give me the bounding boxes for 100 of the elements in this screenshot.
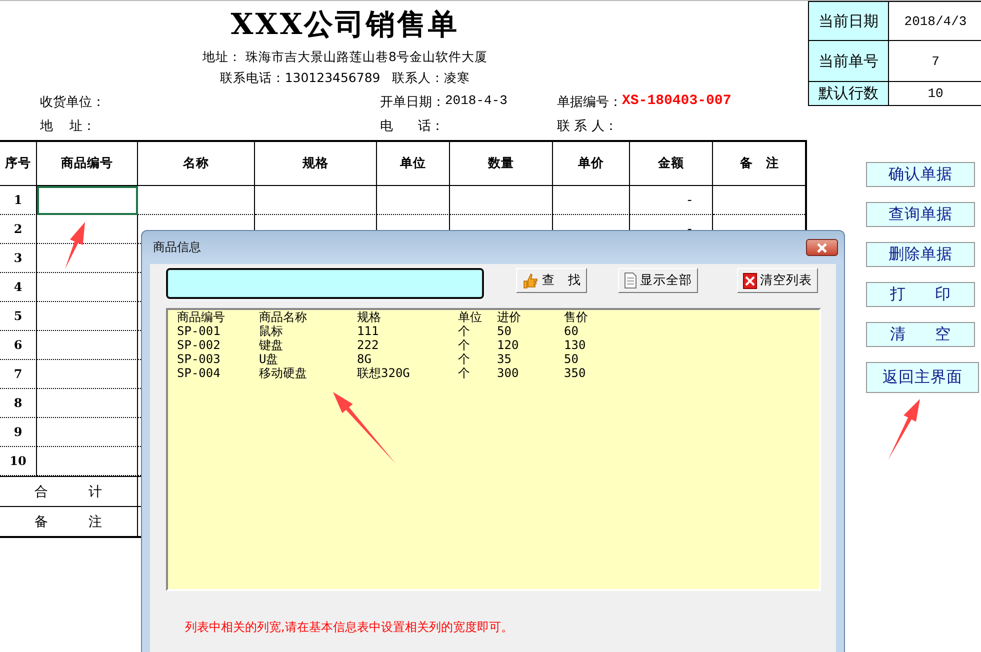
column-header: 单位 <box>377 142 450 186</box>
hand-icon <box>522 272 539 289</box>
list-cell-text: 鼠标 <box>259 324 284 338</box>
sheet-title: XXX公司销售单 <box>230 6 460 43</box>
field-value: XS-180403-007 <box>622 93 732 111</box>
list-cell-text: 130 <box>564 338 587 352</box>
row-number: 3 <box>0 244 37 273</box>
close-button[interactable] <box>806 239 838 256</box>
list-header: 单位 <box>458 310 483 324</box>
info-value: 7 <box>889 40 981 81</box>
arrow-overlay <box>65 222 85 269</box>
action-button[interactable]: 查询单据 <box>866 202 975 227</box>
info-value: 2018/4/3 <box>889 1 981 40</box>
column-header: 规格 <box>255 142 377 186</box>
info-label: 当前日期 <box>809 1 889 40</box>
action-button[interactable]: 删除单据 <box>866 242 975 267</box>
hint-text: 列表中相关的列宽,请在基本信息表中设置相关列的宽度即可。 <box>185 619 514 636</box>
list-cell-text: SP-004 <box>177 366 222 380</box>
table-cell[interactable] <box>37 418 138 447</box>
list-cell-text: SP-003 <box>177 352 222 366</box>
list-cell-text: SP-002 <box>177 338 222 352</box>
list-cell-text: 120 <box>497 338 520 352</box>
product-list[interactable]: 商品编号 商品名称 规格 单位 进价 售价 SP-001 鼠标 111 个 50 60 SP-002 键盘 222 个 120 130 SP-003 U盘 8G 个 35 50 SP-004 移动硬盘 联想320G 个 300 350 <box>166 308 821 591</box>
field-label: 单据编号： <box>557 94 622 111</box>
list-cell-text: 222 <box>357 338 380 352</box>
action-button[interactable]: 返回主界面 <box>866 362 979 393</box>
field-value: 2018-4-3 <box>445 93 508 110</box>
row-number: 10 <box>0 447 37 476</box>
dialog-button[interactable]: 显示全部 <box>618 268 698 293</box>
table-cell[interactable] <box>450 186 553 215</box>
list-cell-text: 50 <box>497 324 512 338</box>
list-cell-text: 键盘 <box>259 338 284 352</box>
action-button[interactable]: 打 印 <box>866 282 975 307</box>
list-cell-text: 8G <box>357 352 372 366</box>
list-cell-text: 60 <box>564 324 580 338</box>
list-cell-text: 50 <box>564 352 580 366</box>
action-button[interactable]: 清 空 <box>866 322 975 347</box>
table-cell[interactable] <box>37 273 138 302</box>
table-cell[interactable] <box>553 186 630 215</box>
list-cell-text: 个 <box>458 324 471 338</box>
field-label: 收货单位： <box>40 94 105 111</box>
list-header: 进价 <box>497 310 522 324</box>
table-cell[interactable] <box>37 186 138 215</box>
table-cell[interactable] <box>37 447 138 476</box>
footer-label: 合 计 <box>0 476 138 506</box>
field-label: 地 址： <box>40 118 96 135</box>
row-number: 8 <box>0 389 37 418</box>
close-icon <box>816 242 828 252</box>
list-cell-text: 111 <box>357 324 380 338</box>
row-number: 9 <box>0 418 37 447</box>
footer-label: 备 注 <box>0 506 138 536</box>
table-cell[interactable] <box>37 360 138 389</box>
arrow-overlay <box>888 399 920 460</box>
list-cell-text: 个 <box>458 338 471 352</box>
column-header: 金额 <box>630 142 713 186</box>
arrow-overlay <box>333 392 396 464</box>
list-cell-text: 350 <box>564 366 587 380</box>
list-cell-text: 个 <box>458 366 471 380</box>
info-value: 10 <box>889 81 981 105</box>
row-number: 2 <box>0 215 37 244</box>
list-cell-text: U盘 <box>259 352 280 366</box>
row-number: 6 <box>0 331 37 360</box>
table-cell[interactable] <box>37 331 138 360</box>
info-label: 默认行数 <box>809 81 889 105</box>
list-header: 规格 <box>357 310 382 324</box>
search-field[interactable] <box>166 268 484 299</box>
table-cell[interactable] <box>138 186 255 215</box>
field-label: 联 系 人： <box>557 118 618 135</box>
info-label: 当前单号 <box>809 40 889 81</box>
list-cell-text: 移动硬盘 <box>259 366 308 380</box>
column-header: 单价 <box>553 142 630 186</box>
list-header: 售价 <box>564 310 589 324</box>
column-header: 序号 <box>0 142 37 186</box>
clear-icon <box>743 272 757 288</box>
list-cell-text: 300 <box>497 366 520 380</box>
column-header: 名称 <box>138 142 255 186</box>
action-button[interactable]: 确认单据 <box>866 162 975 187</box>
column-header: 商品编号 <box>37 142 138 186</box>
document-icon <box>624 272 637 289</box>
table-cell[interactable] <box>377 186 450 215</box>
list-header: 商品编号 <box>177 310 226 324</box>
address-text: 地址： 珠海市吉大景山路莲山巷8号金山软件大厦 <box>202 49 488 66</box>
field-label: 开单日期： <box>380 94 445 111</box>
dialog-title: 商品信息 <box>152 239 201 256</box>
dialog-button[interactable]: 清空列表 <box>737 268 818 293</box>
table-cell[interactable] <box>37 389 138 418</box>
list-header: 商品名称 <box>259 310 308 324</box>
column-header: 备 注 <box>713 142 807 186</box>
dialog-button[interactable]: 查 找 <box>516 268 587 293</box>
row-number: 4 <box>0 273 37 302</box>
column-header: 数量 <box>450 142 553 186</box>
row-number: 5 <box>0 302 37 331</box>
field-label: 电 话： <box>380 118 444 135</box>
table-cell[interactable] <box>255 186 377 215</box>
contact-text: 联系电话：130123456789 联系人：凌寒 <box>220 70 470 87</box>
row-number: 1 <box>0 186 37 215</box>
list-cell-text: 联想320G <box>357 366 411 380</box>
list-cell-text: 35 <box>497 352 512 366</box>
table-cell[interactable] <box>37 302 138 331</box>
list-cell-text: 个 <box>458 352 471 366</box>
